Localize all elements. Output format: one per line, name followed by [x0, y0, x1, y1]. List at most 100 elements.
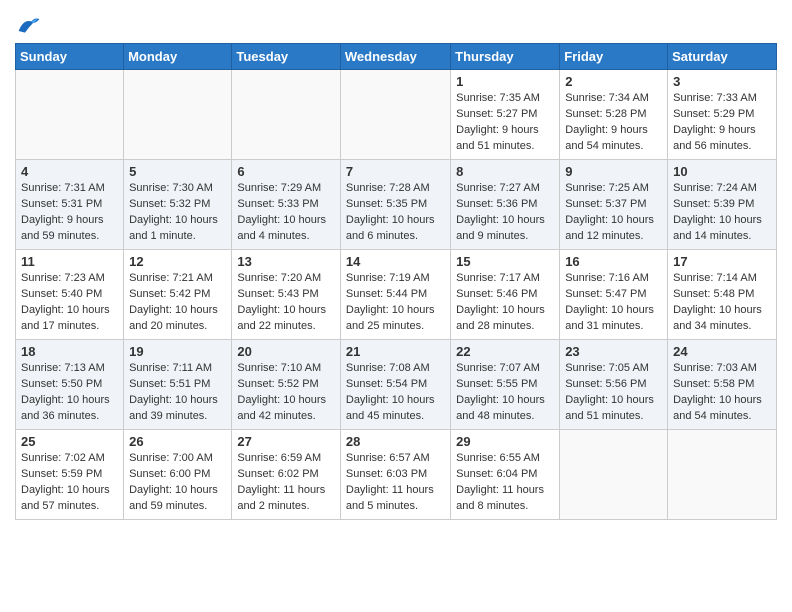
- day-number: 5: [129, 164, 226, 179]
- day-info: Sunrise: 7:10 AM Sunset: 5:52 PM Dayligh…: [237, 361, 335, 425]
- calendar-cell: 12 Sunrise: 7:21 AM Sunset: 5:42 PM Dayli…: [124, 250, 232, 340]
- day-info: Sunrise: 7:00 AM Sunset: 6:00 PM Dayligh…: [129, 451, 226, 515]
- calendar-week-row: 4 Sunrise: 7:31 AM Sunset: 5:31 PM Daylig…: [16, 160, 777, 250]
- day-number: 22: [456, 344, 554, 359]
- day-number: 19: [129, 344, 226, 359]
- calendar-cell: 23 Sunrise: 7:05 AM Sunset: 5:56 PM Dayli…: [560, 340, 668, 430]
- col-header-friday: Friday: [560, 44, 668, 70]
- day-info: Sunrise: 7:14 AM Sunset: 5:48 PM Dayligh…: [673, 271, 771, 335]
- calendar-cell: 22 Sunrise: 7:07 AM Sunset: 5:55 PM Dayli…: [451, 340, 560, 430]
- calendar-cell: 27Sunrise: 6:59 AM Sunset: 6:02 PM Dayli…: [232, 430, 341, 520]
- day-number: 18: [21, 344, 118, 359]
- day-info: Sunrise: 7:21 AM Sunset: 5:42 PM Dayligh…: [129, 271, 226, 335]
- day-number: 21: [346, 344, 445, 359]
- day-info: Sunrise: 7:08 AM Sunset: 5:54 PM Dayligh…: [346, 361, 445, 425]
- calendar-cell: 5 Sunrise: 7:30 AM Sunset: 5:32 PM Daylig…: [124, 160, 232, 250]
- calendar-cell: 6 Sunrise: 7:29 AM Sunset: 5:33 PM Daylig…: [232, 160, 341, 250]
- day-info: Sunrise: 7:23 AM Sunset: 5:40 PM Dayligh…: [21, 271, 118, 335]
- calendar-cell: 21 Sunrise: 7:08 AM Sunset: 5:54 PM Dayli…: [340, 340, 450, 430]
- day-number: 4: [21, 164, 118, 179]
- day-number: 12: [129, 254, 226, 269]
- col-header-wednesday: Wednesday: [340, 44, 450, 70]
- calendar-cell: 17Sunrise: 7:14 AM Sunset: 5:48 PM Dayli…: [668, 250, 777, 340]
- day-info: Sunrise: 7:13 AM Sunset: 5:50 PM Dayligh…: [21, 361, 118, 425]
- day-info: Sunrise: 7:20 AM Sunset: 5:43 PM Dayligh…: [237, 271, 335, 335]
- day-number: 13: [237, 254, 335, 269]
- day-number: 1: [456, 74, 554, 89]
- day-number: 25: [21, 434, 118, 449]
- day-number: 3: [673, 74, 771, 89]
- calendar-table: SundayMondayTuesdayWednesdayThursdayFrid…: [15, 43, 777, 520]
- day-info: Sunrise: 6:57 AM Sunset: 6:03 PM Dayligh…: [346, 451, 445, 515]
- calendar-cell: [232, 70, 341, 160]
- day-number: 16: [565, 254, 662, 269]
- calendar-week-row: 18 Sunrise: 7:13 AM Sunset: 5:50 PM Dayli…: [16, 340, 777, 430]
- calendar-cell: 18 Sunrise: 7:13 AM Sunset: 5:50 PM Dayli…: [16, 340, 124, 430]
- day-number: 20: [237, 344, 335, 359]
- day-number: 26: [129, 434, 226, 449]
- calendar-cell: 9 Sunrise: 7:25 AM Sunset: 5:37 PM Daylig…: [560, 160, 668, 250]
- day-info: Sunrise: 6:55 AM Sunset: 6:04 PM Dayligh…: [456, 451, 554, 515]
- day-number: 11: [21, 254, 118, 269]
- logo: [15, 15, 41, 35]
- calendar-cell: 29 Sunrise: 6:55 AM Sunset: 6:04 PM Dayli…: [451, 430, 560, 520]
- day-info: Sunrise: 6:59 AM Sunset: 6:02 PM Dayligh…: [237, 451, 335, 515]
- day-info: Sunrise: 7:03 AM Sunset: 5:58 PM Dayligh…: [673, 361, 771, 425]
- calendar-cell: 11 Sunrise: 7:23 AM Sunset: 5:40 PM Dayli…: [16, 250, 124, 340]
- day-number: 29: [456, 434, 554, 449]
- day-number: 28: [346, 434, 445, 449]
- day-number: 6: [237, 164, 335, 179]
- col-header-sunday: Sunday: [16, 44, 124, 70]
- calendar-cell: 26 Sunrise: 7:00 AM Sunset: 6:00 PM Dayli…: [124, 430, 232, 520]
- calendar-cell: [340, 70, 450, 160]
- calendar-cell: [16, 70, 124, 160]
- calendar-cell: 10Sunrise: 7:24 AM Sunset: 5:39 PM Dayli…: [668, 160, 777, 250]
- col-header-thursday: Thursday: [451, 44, 560, 70]
- calendar-cell: 7 Sunrise: 7:28 AM Sunset: 5:35 PM Daylig…: [340, 160, 450, 250]
- day-info: Sunrise: 7:05 AM Sunset: 5:56 PM Dayligh…: [565, 361, 662, 425]
- header: [15, 10, 777, 35]
- col-header-tuesday: Tuesday: [232, 44, 341, 70]
- day-info: Sunrise: 7:02 AM Sunset: 5:59 PM Dayligh…: [21, 451, 118, 515]
- calendar-cell: [560, 430, 668, 520]
- calendar-cell: 3 Sunrise: 7:33 AM Sunset: 5:29 PM Daylig…: [668, 70, 777, 160]
- day-info: Sunrise: 7:33 AM Sunset: 5:29 PM Dayligh…: [673, 91, 771, 155]
- calendar-cell: 20 Sunrise: 7:10 AM Sunset: 5:52 PM Dayli…: [232, 340, 341, 430]
- calendar-cell: 14Sunrise: 7:19 AM Sunset: 5:44 PM Dayli…: [340, 250, 450, 340]
- calendar-cell: 8 Sunrise: 7:27 AM Sunset: 5:36 PM Daylig…: [451, 160, 560, 250]
- day-info: Sunrise: 7:16 AM Sunset: 5:47 PM Dayligh…: [565, 271, 662, 335]
- day-info: Sunrise: 7:24 AM Sunset: 5:39 PM Dayligh…: [673, 181, 771, 245]
- calendar-cell: 16 Sunrise: 7:16 AM Sunset: 5:47 PM Dayli…: [560, 250, 668, 340]
- day-info: Sunrise: 7:19 AM Sunset: 5:44 PM Dayligh…: [346, 271, 445, 335]
- day-info: Sunrise: 7:17 AM Sunset: 5:46 PM Dayligh…: [456, 271, 554, 335]
- day-number: 24: [673, 344, 771, 359]
- day-info: Sunrise: 7:31 AM Sunset: 5:31 PM Dayligh…: [21, 181, 118, 245]
- day-number: 7: [346, 164, 445, 179]
- day-info: Sunrise: 7:29 AM Sunset: 5:33 PM Dayligh…: [237, 181, 335, 245]
- calendar-header-row: SundayMondayTuesdayWednesdayThursdayFrid…: [16, 44, 777, 70]
- day-number: 2: [565, 74, 662, 89]
- col-header-saturday: Saturday: [668, 44, 777, 70]
- calendar-cell: 15 Sunrise: 7:17 AM Sunset: 5:46 PM Dayli…: [451, 250, 560, 340]
- day-info: Sunrise: 7:28 AM Sunset: 5:35 PM Dayligh…: [346, 181, 445, 245]
- calendar-cell: 2 Sunrise: 7:34 AM Sunset: 5:28 PM Daylig…: [560, 70, 668, 160]
- day-number: 23: [565, 344, 662, 359]
- calendar-cell: 24 Sunrise: 7:03 AM Sunset: 5:58 PM Dayli…: [668, 340, 777, 430]
- day-number: 8: [456, 164, 554, 179]
- day-info: Sunrise: 7:27 AM Sunset: 5:36 PM Dayligh…: [456, 181, 554, 245]
- calendar-cell: 19Sunrise: 7:11 AM Sunset: 5:51 PM Dayli…: [124, 340, 232, 430]
- calendar-cell: 25 Sunrise: 7:02 AM Sunset: 5:59 PM Dayli…: [16, 430, 124, 520]
- calendar-cell: 28 Sunrise: 6:57 AM Sunset: 6:03 PM Dayli…: [340, 430, 450, 520]
- day-info: Sunrise: 7:25 AM Sunset: 5:37 PM Dayligh…: [565, 181, 662, 245]
- day-info: Sunrise: 7:30 AM Sunset: 5:32 PM Dayligh…: [129, 181, 226, 245]
- calendar-cell: 4 Sunrise: 7:31 AM Sunset: 5:31 PM Daylig…: [16, 160, 124, 250]
- day-info: Sunrise: 7:34 AM Sunset: 5:28 PM Dayligh…: [565, 91, 662, 155]
- day-number: 15: [456, 254, 554, 269]
- day-info: Sunrise: 7:35 AM Sunset: 5:27 PM Dayligh…: [456, 91, 554, 155]
- day-info: Sunrise: 7:07 AM Sunset: 5:55 PM Dayligh…: [456, 361, 554, 425]
- calendar-week-row: 25 Sunrise: 7:02 AM Sunset: 5:59 PM Dayli…: [16, 430, 777, 520]
- logo-bird-icon: [17, 15, 41, 35]
- day-number: 9: [565, 164, 662, 179]
- calendar-cell: [124, 70, 232, 160]
- col-header-monday: Monday: [124, 44, 232, 70]
